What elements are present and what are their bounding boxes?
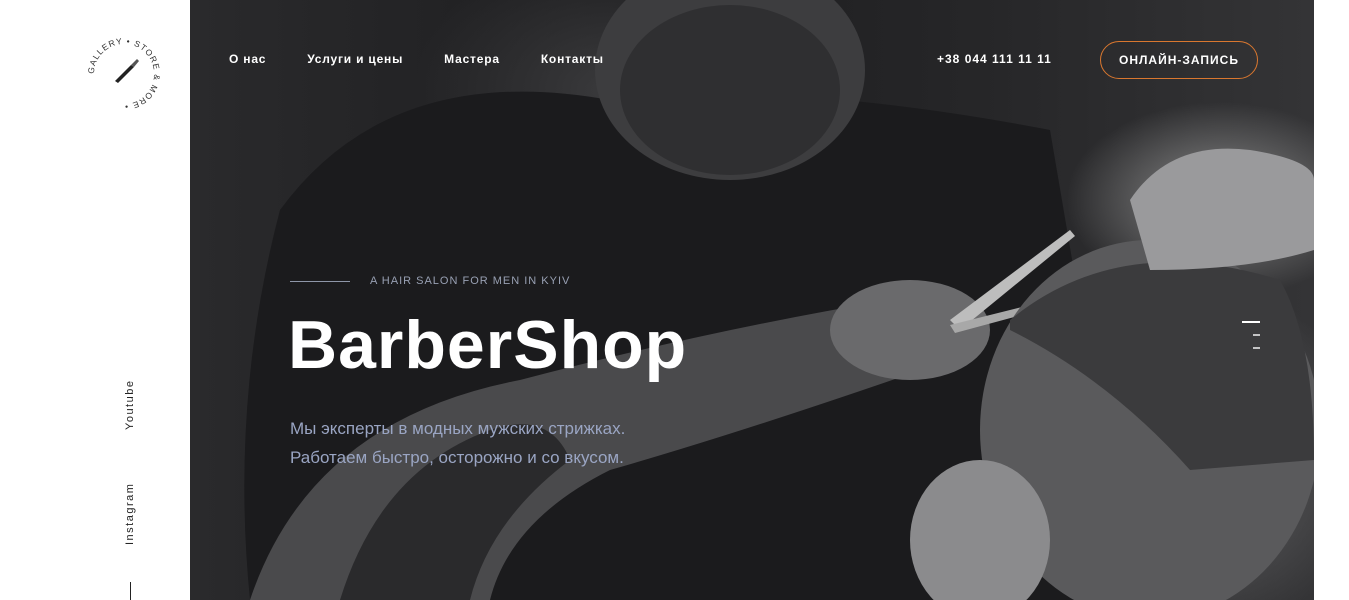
main-nav: О нас Услуги и цены Мастера Контакты xyxy=(229,52,645,66)
rail-divider xyxy=(130,582,131,600)
online-booking-button[interactable]: ОНЛАЙН-ЗАПИСЬ xyxy=(1100,41,1258,79)
phone-number[interactable]: +38 044 111 11 11 xyxy=(937,52,1052,66)
slider-dot-2[interactable] xyxy=(1253,334,1260,336)
slider-pagination xyxy=(1242,321,1260,360)
nav-item-about[interactable]: О нас xyxy=(229,52,266,66)
razor-logo-icon[interactable]: GALLERY • STORE & MORE • xyxy=(84,34,164,114)
nav-item-services[interactable]: Услуги и цены xyxy=(307,52,403,66)
nav-item-masters[interactable]: Мастера xyxy=(444,52,500,66)
slider-dot-1[interactable] xyxy=(1242,321,1260,323)
left-rail: GALLERY • STORE & MORE • Youtube Instagr… xyxy=(0,0,190,600)
hero-subtitle-line-2: Работаем быстро, осторожно и со вкусом. xyxy=(290,448,624,467)
instagram-link[interactable]: Instagram xyxy=(124,483,136,545)
nav-item-contacts[interactable]: Контакты xyxy=(541,52,604,66)
right-margin xyxy=(1314,0,1349,600)
hero-title: BarberShop xyxy=(288,307,688,383)
hero-eyebrow: A HAIR SALON FOR MEN IN KYIV xyxy=(370,275,571,287)
eyebrow-line xyxy=(290,281,350,282)
hero-subtitle: Мы эксперты в модных мужских стрижках. Р… xyxy=(290,414,810,472)
hero-photo xyxy=(244,0,1314,600)
youtube-link[interactable]: Youtube xyxy=(124,380,136,430)
hero-section: О нас Услуги и цены Мастера Контакты +38… xyxy=(190,0,1314,600)
hero-subtitle-line-1: Мы эксперты в модных мужских стрижках. xyxy=(290,419,626,438)
slider-dot-3[interactable] xyxy=(1253,347,1260,349)
